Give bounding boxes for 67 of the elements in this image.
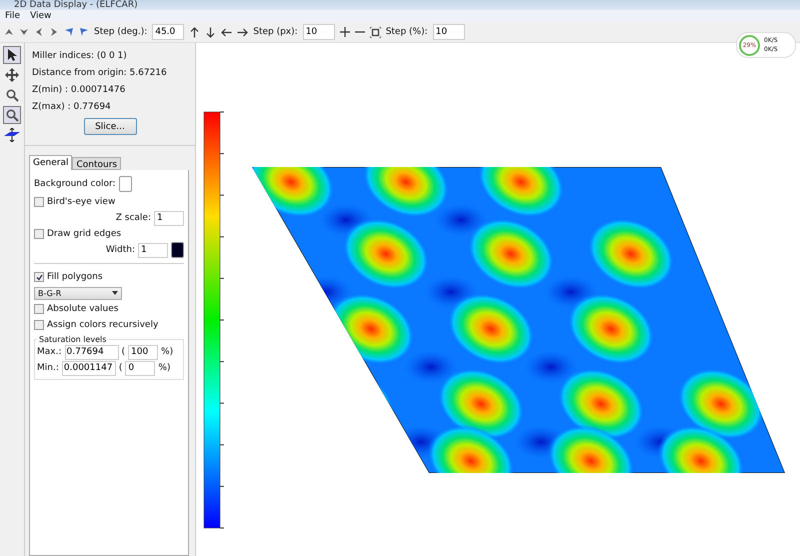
checkbox[interactable] bbox=[34, 320, 44, 330]
rotate-step-label: Step (deg.): bbox=[94, 27, 148, 37]
checkbox-label: Bird's-eye view bbox=[47, 197, 116, 207]
menu-item[interactable]: View bbox=[30, 11, 52, 21]
move-step-field[interactable]: 10 bbox=[302, 24, 335, 40]
plane-icon bbox=[4, 128, 20, 142]
move-icon bbox=[5, 68, 19, 82]
window-title: 2D Data Display - (ELFCAR) bbox=[14, 0, 138, 10]
tool-button[interactable] bbox=[3, 46, 21, 64]
rotate-left-icon[interactable] bbox=[64, 27, 74, 37]
tilt-left-icon[interactable] bbox=[34, 27, 44, 37]
max-percent-field[interactable]: 100 bbox=[128, 344, 158, 360]
paren: ( bbox=[122, 347, 126, 357]
min-percent-field[interactable]: 0 bbox=[125, 360, 156, 376]
checkbox-label: Fill polygons bbox=[47, 272, 103, 282]
info-text: Z(min) : 0.00071476 bbox=[32, 85, 126, 95]
max-label: Max.: bbox=[37, 347, 62, 357]
info-text: Z(max) : 0.77694 bbox=[32, 102, 112, 112]
background-color-label: Background color: bbox=[34, 179, 116, 189]
slice-button[interactable]: Slice... bbox=[84, 118, 136, 135]
checkbox-label: Draw grid edges bbox=[47, 229, 122, 239]
down-arrow-icon[interactable] bbox=[205, 26, 216, 38]
checkbox-label: Assign colors recursively bbox=[47, 320, 158, 330]
pointer-icon bbox=[6, 48, 18, 62]
tab[interactable]: Contours bbox=[72, 157, 122, 170]
checkbox[interactable] bbox=[34, 229, 44, 239]
magnifier-icon bbox=[6, 88, 18, 102]
z-scale-label: Z scale: bbox=[116, 213, 151, 223]
up-arrow-icon[interactable] bbox=[189, 26, 200, 38]
checkbox[interactable] bbox=[34, 272, 44, 282]
menu-item[interactable]: File bbox=[5, 11, 20, 21]
checkbox[interactable] bbox=[34, 304, 44, 314]
width-label: Width: bbox=[106, 245, 135, 255]
color-swatch[interactable] bbox=[118, 176, 132, 192]
color-swatch[interactable] bbox=[171, 242, 184, 258]
left-arrow-icon[interactable] bbox=[221, 26, 232, 38]
zoom-step-field[interactable]: 10 bbox=[432, 24, 465, 40]
tool-button[interactable] bbox=[3, 126, 21, 144]
z-scale-field[interactable]: 1 bbox=[154, 210, 184, 226]
tilt-right-icon[interactable] bbox=[49, 27, 59, 37]
magnifier-icon bbox=[6, 108, 18, 122]
width-field[interactable]: 1 bbox=[138, 242, 168, 258]
percent-sign: %) bbox=[158, 363, 170, 373]
rotate-right-icon[interactable] bbox=[79, 27, 89, 37]
min-field[interactable]: 0.0001147 bbox=[62, 360, 116, 376]
min-label: Min.: bbox=[37, 363, 59, 373]
caret-icon bbox=[112, 291, 118, 295]
info-text: Distance from origin: 5.67216 bbox=[32, 68, 168, 78]
percent-sign: %) bbox=[161, 347, 174, 357]
palette-dropdown[interactable]: B-G-R bbox=[34, 286, 122, 300]
tilt-down-icon[interactable] bbox=[19, 27, 29, 37]
right-arrow-icon[interactable] bbox=[237, 26, 248, 38]
checkmark-icon bbox=[36, 274, 42, 280]
info-text: Miller indices: (0 0 1) bbox=[32, 51, 128, 61]
fit-view-icon[interactable] bbox=[370, 26, 381, 38]
zoom-in-icon[interactable] bbox=[340, 27, 350, 37]
paren: ( bbox=[118, 363, 122, 373]
tool-button[interactable] bbox=[3, 66, 21, 84]
tilt-up-icon[interactable] bbox=[4, 27, 14, 37]
zoom-step-label: Step (%): bbox=[386, 27, 428, 37]
max-field[interactable]: 0.77694 bbox=[64, 344, 118, 360]
checkbox[interactable] bbox=[34, 197, 44, 207]
move-step-label: Step (px): bbox=[253, 27, 298, 37]
group-title: Saturation levels bbox=[38, 335, 108, 344]
rotate-step-field[interactable]: 45.0 bbox=[152, 24, 184, 40]
tab[interactable]: General bbox=[29, 155, 72, 170]
checkbox-label: Absolute values bbox=[47, 304, 118, 314]
